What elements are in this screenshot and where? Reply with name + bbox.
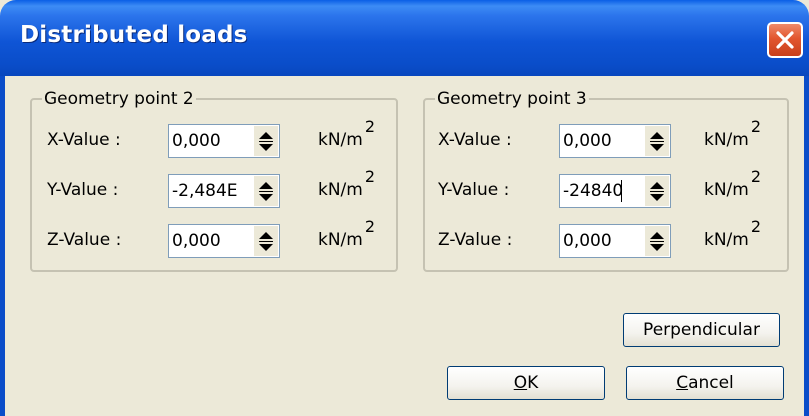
z-value-label-p3: Z-Value : — [438, 230, 513, 250]
z-value-input-p3[interactable]: 0,000 — [563, 230, 643, 252]
y-value-input-p3[interactable]: -24840 — [563, 180, 623, 202]
spin-buttons-p2-x[interactable] — [254, 126, 278, 156]
ok-mnemonic: O — [513, 373, 528, 393]
title-bar[interactable]: Distributed loads — [0, 0, 809, 76]
z-value-label-p2: Z-Value : — [47, 230, 122, 250]
z-value-spinner-p2[interactable]: 0,000 — [168, 224, 280, 258]
cancel-mnemonic: C — [676, 373, 689, 393]
spin-buttons-p2-y[interactable] — [254, 176, 278, 206]
spin-buttons-p3-y[interactable] — [645, 176, 669, 206]
y-unit-p3: kN/m2 — [704, 167, 762, 201]
x-value-spinner-p3[interactable]: 0,000 — [559, 124, 671, 158]
x-value-spinner-p2[interactable]: 0,000 — [168, 124, 280, 158]
spin-up-down-icon — [650, 232, 664, 251]
spin-buttons-p3-x[interactable] — [645, 126, 669, 156]
window-border-left — [0, 76, 5, 416]
spin-up-down-icon — [650, 182, 664, 201]
y-unit-p2: kN/m2 — [318, 167, 376, 201]
y-value-spinner-p3[interactable]: -24840 — [559, 174, 671, 208]
x-value-input-p3[interactable]: 0,000 — [563, 130, 643, 152]
x-unit-p3: kN/m2 — [704, 117, 762, 151]
window-border-right — [804, 76, 809, 416]
close-button[interactable] — [767, 22, 803, 58]
window-title: Distributed loads — [20, 22, 248, 48]
group-legend: Geometry point 3 — [435, 88, 589, 110]
ok-label-rest: K — [527, 373, 539, 393]
x-value-label-p2: X-Value : — [47, 130, 121, 150]
close-icon — [776, 31, 794, 49]
text-caret — [621, 180, 622, 202]
z-unit-p2: kN/m2 — [318, 217, 376, 251]
y-value-input-p2[interactable]: -2,484E — [172, 180, 252, 202]
group-legend: Geometry point 2 — [42, 88, 196, 110]
x-value-label-p3: X-Value : — [438, 130, 512, 150]
y-value-label-p2: Y-Value : — [47, 180, 119, 200]
perpendicular-button[interactable]: Perpendicular — [623, 313, 780, 347]
x-value-input-p2[interactable]: 0,000 — [172, 130, 252, 152]
spin-up-down-icon — [259, 232, 273, 251]
cancel-button[interactable]: Cancel — [626, 366, 784, 400]
z-value-spinner-p3[interactable]: 0,000 — [559, 224, 671, 258]
spin-up-down-icon — [259, 132, 273, 151]
cancel-label-rest: ancel — [688, 373, 734, 393]
dialog-window: Distributed loads Geometry point 2 X-Val… — [0, 0, 809, 416]
z-unit-p3: kN/m2 — [704, 217, 762, 251]
spin-buttons-p3-z[interactable] — [645, 226, 669, 256]
spin-up-down-icon — [259, 182, 273, 201]
y-value-label-p3: Y-Value : — [438, 180, 510, 200]
y-value-spinner-p2[interactable]: -2,484E — [168, 174, 280, 208]
z-value-input-p2[interactable]: 0,000 — [172, 230, 252, 252]
x-unit-p2: kN/m2 — [318, 117, 376, 151]
spin-up-down-icon — [650, 132, 664, 151]
ok-button[interactable]: OK — [447, 366, 605, 400]
spin-buttons-p2-z[interactable] — [254, 226, 278, 256]
